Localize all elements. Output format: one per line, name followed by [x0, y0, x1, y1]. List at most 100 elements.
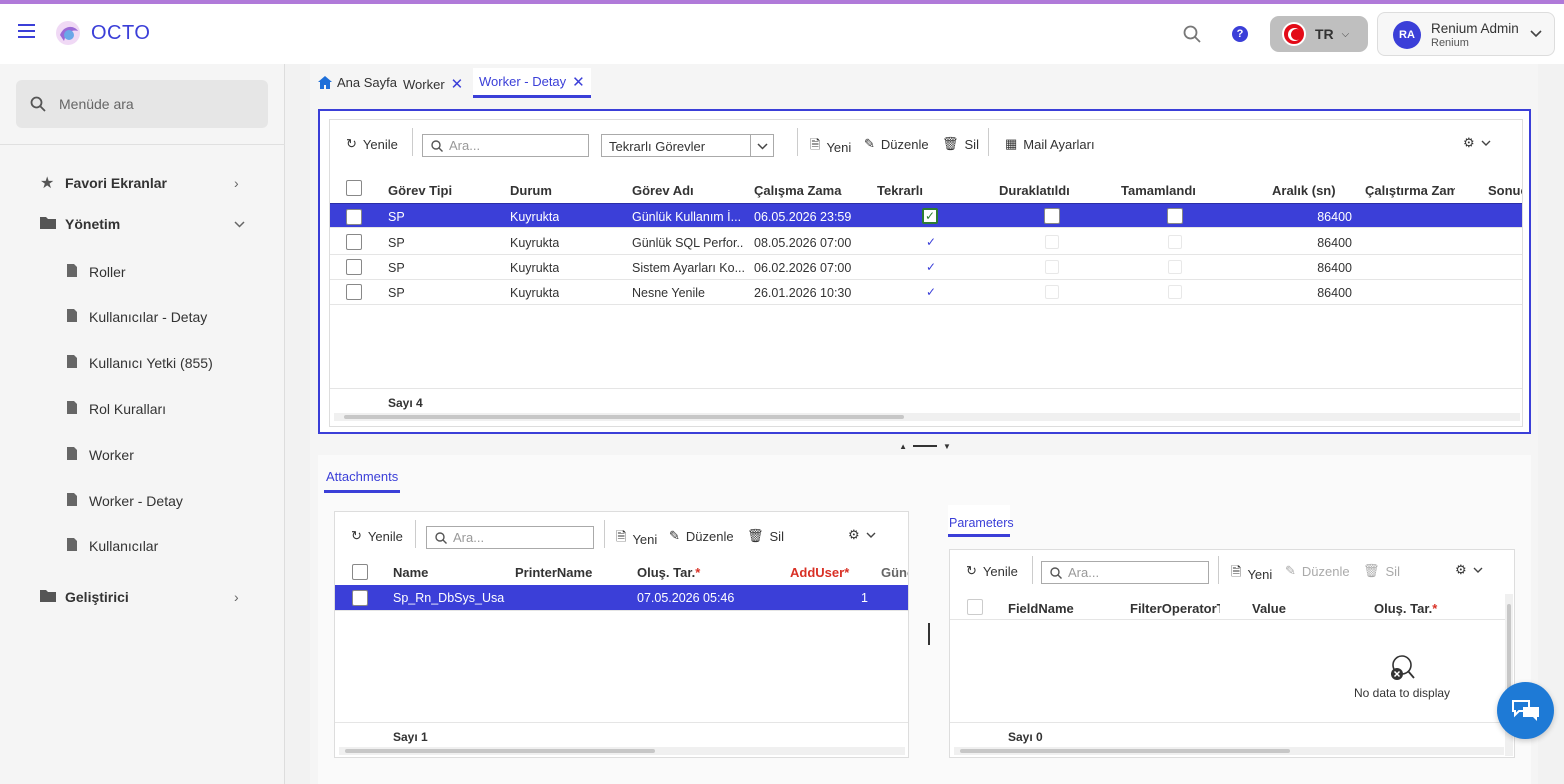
filter-select[interactable]: Tekrarlı Görevler [601, 134, 774, 157]
menu-search-input[interactable]: Menüde ara [16, 80, 268, 128]
duraklatildi-checkbox[interactable] [1044, 208, 1060, 224]
horizontal-scrollbar[interactable] [339, 747, 905, 755]
sidebar-item-rol-kurallari[interactable]: Rol Kuralları [67, 401, 166, 417]
check-icon: ✓ [926, 235, 937, 249]
column-header[interactable]: Günc [881, 565, 908, 580]
column-header[interactable]: AddUser* [790, 565, 849, 580]
sidebar-item-roller[interactable]: Roller [67, 264, 126, 280]
table-row[interactable]: Sp_Rn_DbSys_Usa... 07.05.2026 05:46 1 [335, 585, 908, 611]
cell-tip: SP [388, 261, 405, 275]
row-checkbox[interactable] [352, 590, 368, 606]
language-selector[interactable]: TR ⌵ [1270, 16, 1368, 52]
table-row[interactable]: SP Kuyrukta Sistem Ayarları Ko... 06.02.… [330, 255, 1522, 280]
delete-button[interactable]: 🗑 Sil [942, 136, 979, 152]
column-header[interactable]: FieldName [1008, 601, 1074, 616]
gear-icon: ⚙ [1463, 135, 1475, 150]
delete-button[interactable]: 🗑 Sil [1363, 563, 1400, 579]
select-all-checkbox[interactable] [967, 599, 983, 615]
octo-logo [56, 21, 80, 45]
tab-worker[interactable]: Worker ✕ [403, 75, 463, 93]
column-header[interactable]: Görev Tipi [388, 183, 452, 198]
sidebar-item-worker-detay[interactable]: Worker - Detay [67, 493, 183, 509]
tab-ana-sayfa[interactable]: Ana Sayfa [318, 75, 397, 90]
refresh-button[interactable]: ↻ Yenile [966, 563, 1018, 579]
settings-menu[interactable]: ⚙ [848, 527, 876, 543]
sidebar-item-kullanicilar-detay[interactable]: Kullanıcılar - Detay [67, 309, 207, 325]
chevron-down-icon [1530, 30, 1542, 38]
toolbar-divider [415, 520, 416, 548]
select-all-checkbox[interactable] [346, 180, 362, 196]
delete-button[interactable]: 🗑 Sil [747, 528, 784, 544]
cell-name: Sp_Rn_DbSys_Usa... [393, 591, 505, 605]
search-input[interactable]: Ara... [1041, 561, 1209, 584]
column-header[interactable]: Tamamlandı [1121, 183, 1196, 198]
sidebar-item-kullanicilar[interactable]: Kullanıcılar [67, 538, 158, 554]
tab-worker-detay[interactable]: Worker - Detay ✕ [473, 68, 591, 98]
table-row[interactable]: SP Kuyrukta Nesne Yenile 26.01.2026 10:3… [330, 280, 1522, 305]
edit-button[interactable]: ✎ Düzenle [669, 528, 734, 544]
tab-parameters[interactable]: Parameters [948, 505, 1014, 537]
column-header[interactable]: Oluş. Tar.* [637, 565, 700, 580]
toolbar-divider [988, 128, 989, 156]
cell-adduser: 1 [861, 591, 868, 605]
tamamlandi-checkbox[interactable] [1167, 208, 1183, 224]
row-checkbox[interactable] [346, 259, 362, 275]
column-header[interactable]: Name [393, 565, 428, 580]
settings-menu[interactable]: ⚙ [1463, 135, 1491, 151]
chat-button[interactable] [1497, 682, 1554, 739]
settings-menu[interactable]: ⚙ [1455, 562, 1483, 578]
mail-settings-button[interactable]: ▦ Mail Ayarları [1005, 136, 1095, 152]
sidebar-item-favori-ekranlar[interactable]: ★ Favori Ekranlar › [40, 173, 250, 193]
avatar: RA [1393, 21, 1421, 49]
new-button[interactable]: 🗎 Yeni [810, 136, 851, 158]
help-icon[interactable]: ? [1232, 26, 1248, 42]
column-header[interactable]: Çalışma Zamanı [754, 183, 842, 198]
new-button[interactable]: 🗎 Yeni [616, 528, 657, 550]
refresh-button[interactable]: ↻ Yenile [351, 528, 403, 544]
row-checkbox[interactable] [346, 284, 362, 300]
file-icon [67, 355, 89, 371]
edit-button[interactable]: ✎ Düzenle [1285, 563, 1350, 579]
column-header[interactable]: Sonuç [1488, 183, 1522, 198]
folder-icon [40, 589, 65, 605]
splitter-handle[interactable]: ▲ ▼ [895, 440, 955, 452]
column-header[interactable]: FilterOperatorT [1130, 601, 1220, 616]
column-header[interactable]: Duraklatıldı [999, 183, 1070, 198]
file-icon [67, 264, 89, 280]
sidebar-item-yonetim[interactable]: Yönetim [40, 216, 250, 232]
horizontal-scrollbar[interactable] [954, 747, 1504, 755]
column-header[interactable]: Aralık (sn) [1272, 183, 1336, 198]
column-header[interactable]: Tekrarlı [877, 183, 923, 198]
vertical-splitter[interactable] [928, 623, 930, 645]
search-icon[interactable] [1183, 25, 1201, 43]
sidebar-item-gelistirici[interactable]: Geliştirici › [40, 589, 250, 605]
menu-icon[interactable] [18, 24, 35, 38]
row-checkbox[interactable] [346, 234, 362, 250]
refresh-button[interactable]: ↻ Yenile [346, 136, 398, 152]
table-row[interactable]: SP Kuyrukta Günlük Kullanım İ... 06.05.2… [330, 203, 1522, 228]
horizontal-scrollbar[interactable] [334, 413, 1520, 421]
sidebar-item-worker[interactable]: Worker [67, 447, 134, 463]
column-header[interactable]: Çalıştırma Zamanı [1365, 183, 1455, 198]
new-button[interactable]: 🗎 Yeni [1231, 563, 1272, 585]
close-icon[interactable]: ✕ [451, 75, 464, 93]
user-menu[interactable]: RA Renium Admin Renium [1377, 12, 1555, 56]
tekrarli-checkbox[interactable]: ✓ [922, 208, 938, 224]
edit-button[interactable]: ✎ Düzenle [864, 136, 929, 152]
search-input[interactable]: Ara... [426, 526, 594, 549]
file-icon [67, 309, 89, 325]
select-all-checkbox[interactable] [352, 564, 368, 580]
cell-ad: Nesne Yenile [632, 286, 705, 300]
sidebar-item-kullanici-yetki[interactable]: Kullanıcı Yetki (855) [67, 355, 213, 371]
column-header[interactable]: PrinterName [515, 565, 592, 580]
table-row[interactable]: SP Kuyrukta Günlük SQL Perfor... 08.05.2… [330, 230, 1522, 255]
search-input[interactable]: Ara... [422, 134, 589, 157]
search-icon [1050, 566, 1062, 579]
close-icon[interactable]: ✕ [572, 73, 585, 91]
column-header[interactable]: Durum [510, 183, 552, 198]
row-checkbox[interactable] [346, 209, 362, 225]
column-header[interactable]: Value [1252, 601, 1286, 616]
column-header[interactable]: Oluş. Tar.* [1374, 601, 1437, 616]
tab-attachments[interactable]: Attachments [324, 463, 401, 493]
column-header[interactable]: Görev Adı [632, 183, 694, 198]
